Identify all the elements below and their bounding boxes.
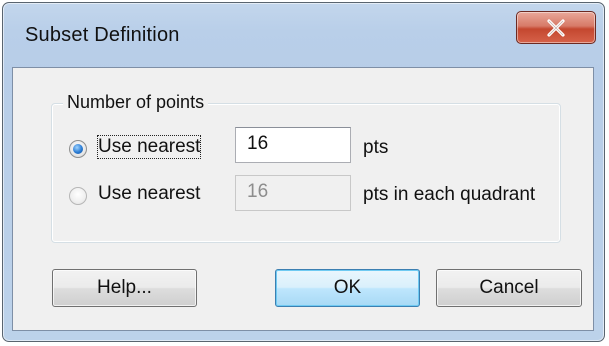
close-button[interactable] (516, 11, 596, 44)
ok-button[interactable]: OK (275, 269, 420, 307)
dialog-client-area: Number of points Use nearest 16 pts Use … (12, 67, 594, 331)
radio-selected-dot (73, 144, 83, 154)
group-label: Number of points (63, 92, 209, 113)
pts-suffix: pts (363, 137, 389, 158)
dialog-window: Subset Definition Number of points Use n… (2, 2, 605, 342)
help-button[interactable]: Help... (52, 269, 197, 307)
close-icon (547, 19, 565, 37)
dialog-title: Subset Definition (25, 24, 180, 46)
use-nearest-radio[interactable] (69, 140, 87, 158)
number-of-points-group (51, 103, 561, 243)
quadrant-points-input[interactable]: 16 (235, 175, 351, 211)
use-nearest-quadrant-radio[interactable] (69, 187, 87, 205)
use-nearest-quadrant-label[interactable]: Use nearest (98, 183, 200, 205)
use-nearest-label[interactable]: Use nearest (96, 135, 202, 159)
pts-in-each-quadrant-suffix: pts in each quadrant (363, 184, 536, 205)
nearest-points-input[interactable]: 16 (235, 127, 351, 163)
cancel-button[interactable]: Cancel (436, 269, 582, 307)
